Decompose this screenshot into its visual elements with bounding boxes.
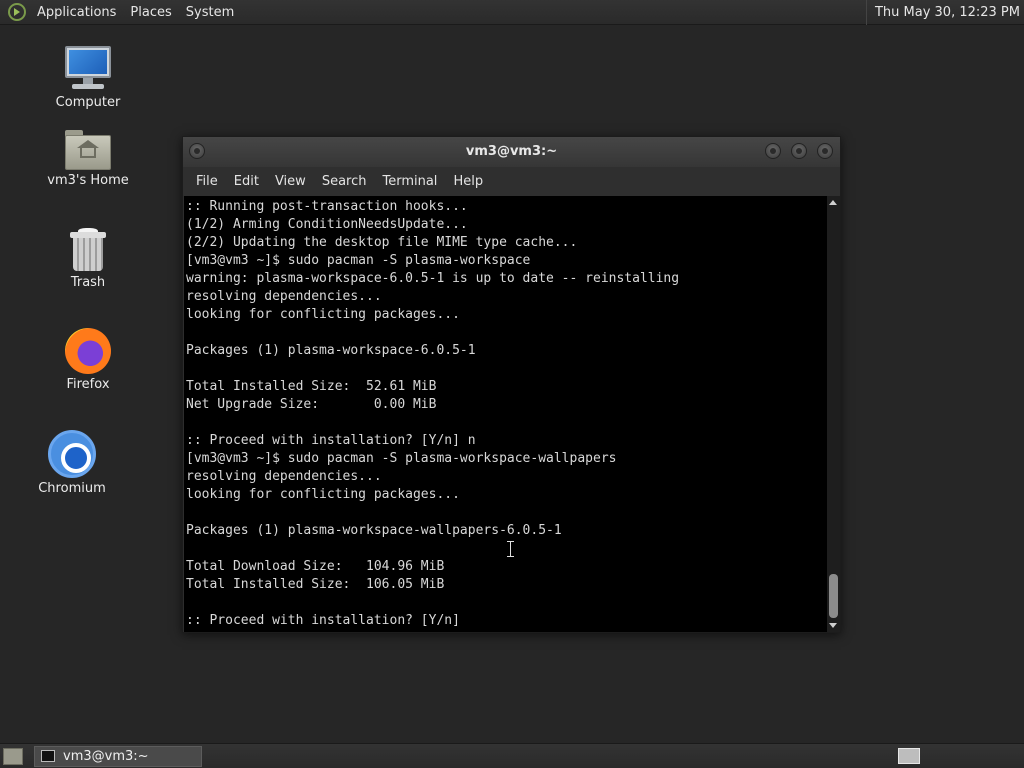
terminal-line: Packages (1) plasma-workspace-wallpapers… [186, 523, 562, 538]
desktop-icon-computer[interactable]: Computer [38, 46, 138, 110]
menu-logo-icon[interactable] [8, 3, 26, 21]
menu-terminal[interactable]: Terminal [374, 174, 445, 189]
menu-help[interactable]: Help [445, 174, 491, 189]
show-desktop-icon[interactable] [3, 748, 23, 765]
places-menu[interactable]: Places [123, 5, 178, 20]
terminal-line: resolving dependencies... [186, 469, 382, 484]
terminal-window[interactable]: vm3@vm3:~ File Edit View Search Terminal… [182, 136, 841, 633]
scroll-up-icon[interactable] [829, 200, 837, 205]
terminal-line: Total Installed Size: 52.61 MiB [186, 379, 437, 394]
terminal-line: [vm3@vm3 ~]$ sudo pacman -S plasma-works… [186, 253, 531, 268]
scroll-down-icon[interactable] [829, 623, 837, 628]
terminal-line: (2/2) Updating the desktop file MIME typ… [186, 235, 578, 250]
terminal-scrollbar[interactable] [827, 196, 840, 632]
scrollbar-thumb[interactable] [829, 574, 838, 618]
terminal-line: [vm3@vm3 ~]$ sudo pacman -S plasma-works… [186, 451, 617, 466]
workspace-switcher[interactable] [898, 748, 920, 764]
clock[interactable]: Thu May 30, 12:23 PM [865, 0, 1020, 25]
terminal-text: :: Running post-transaction hooks...(1/2… [186, 198, 679, 630]
terminal-line: Net Upgrade Size: 0.00 MiB [186, 397, 437, 412]
top-panel: Applications Places System Thu May 30, 1… [0, 0, 1024, 25]
terminal-output[interactable]: :: Running post-transaction hooks...(1/2… [184, 196, 827, 632]
terminal-line: Total Installed Size: 106.05 MiB [186, 577, 445, 592]
desktop-icon-chromium[interactable]: Chromium [22, 430, 122, 496]
trash-icon [70, 228, 106, 272]
terminal-line: :: Proceed with installation? [Y/n] n [186, 433, 476, 448]
maximize-icon[interactable] [791, 143, 807, 159]
window-titlebar[interactable]: vm3@vm3:~ [183, 137, 840, 167]
terminal-line: resolving dependencies... [186, 289, 382, 304]
menu-file[interactable]: File [188, 174, 226, 189]
terminal-line: :: Running post-transaction hooks... [186, 199, 468, 214]
chromium-icon [48, 430, 96, 478]
home-folder-icon [65, 130, 111, 170]
terminal-line: Total Download Size: 104.96 MiB [186, 559, 445, 574]
menu-search[interactable]: Search [314, 174, 375, 189]
applications-menu[interactable]: Applications [30, 5, 123, 20]
minimize-icon[interactable] [765, 143, 781, 159]
desktop-icon-trash[interactable]: Trash [38, 228, 138, 290]
terminal-line: looking for conflicting packages... [186, 307, 460, 322]
desktop-icon-label: vm3's Home [47, 173, 129, 188]
desktop-icon-label: Firefox [66, 377, 110, 392]
terminal-line: :: Proceed with installation? [Y/n] [186, 613, 460, 628]
terminal-menubar: File Edit View Search Terminal Help [183, 167, 840, 196]
terminal-line: warning: plasma-workspace-6.0.5-1 is up … [186, 271, 680, 286]
system-menu[interactable]: System [179, 5, 241, 20]
bottom-panel: vm3@vm3:~ [0, 743, 1024, 768]
desktop-icon-label: Computer [55, 95, 121, 110]
text-cursor-icon [506, 540, 516, 558]
terminal-line: (1/2) Arming ConditionNeedsUpdate... [186, 217, 468, 232]
taskbar-item-label: vm3@vm3:~ [63, 749, 149, 764]
terminal-icon [41, 750, 55, 762]
desktop-icon-label: Trash [70, 275, 106, 290]
terminal-line: looking for conflicting packages... [186, 487, 460, 502]
computer-icon [64, 46, 112, 92]
close-icon[interactable] [817, 143, 833, 159]
desktop-icon-home[interactable]: vm3's Home [38, 130, 138, 188]
taskbar-item-terminal[interactable]: vm3@vm3:~ [34, 746, 202, 767]
desktop-icon-firefox[interactable]: Firefox [38, 328, 138, 392]
menu-edit[interactable]: Edit [226, 174, 267, 189]
firefox-icon [65, 328, 111, 374]
window-title: vm3@vm3:~ [465, 144, 558, 159]
menu-view[interactable]: View [267, 174, 314, 189]
desktop-icon-label: Chromium [38, 481, 106, 496]
terminal-line: Packages (1) plasma-workspace-6.0.5-1 [186, 343, 476, 358]
